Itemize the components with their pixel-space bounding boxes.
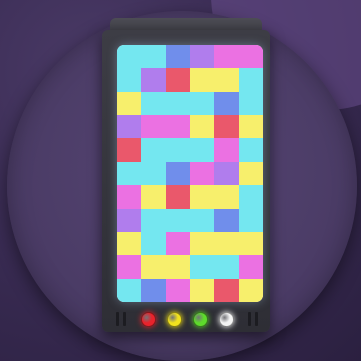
tile[interactable] (165, 161, 190, 186)
tile[interactable] (238, 208, 263, 232)
tile[interactable] (141, 115, 166, 139)
tile[interactable] (165, 115, 190, 139)
left-vent-icon (116, 312, 126, 326)
tile[interactable] (190, 138, 215, 162)
tile[interactable] (141, 68, 166, 92)
tile[interactable] (214, 185, 239, 209)
tile[interactable] (117, 278, 142, 302)
tile[interactable] (214, 45, 239, 69)
tile[interactable] (141, 231, 166, 256)
game-scene (0, 0, 361, 361)
tile[interactable] (238, 138, 263, 162)
tile[interactable] (238, 91, 263, 116)
tile[interactable] (190, 255, 215, 279)
tile[interactable] (141, 185, 166, 209)
white-light-icon[interactable] (219, 312, 234, 327)
tile[interactable] (165, 208, 190, 232)
tile[interactable] (214, 255, 239, 279)
tile[interactable] (117, 255, 142, 279)
tile[interactable] (190, 161, 215, 186)
tile[interactable] (190, 185, 215, 209)
tile[interactable] (214, 231, 239, 256)
tile[interactable] (141, 161, 166, 186)
tile[interactable] (238, 115, 263, 139)
tile[interactable] (117, 161, 142, 186)
tile[interactable] (238, 278, 263, 302)
game-screen[interactable] (117, 45, 263, 302)
tile[interactable] (238, 185, 263, 209)
tile[interactable] (141, 45, 166, 69)
tile[interactable] (117, 231, 142, 256)
tile[interactable] (165, 278, 190, 302)
tile[interactable] (141, 255, 166, 279)
tile[interactable] (165, 138, 190, 162)
tile[interactable] (165, 185, 190, 209)
tile[interactable] (117, 115, 142, 139)
tile[interactable] (238, 231, 263, 256)
tile[interactable] (141, 278, 166, 302)
tile[interactable] (165, 231, 190, 256)
tile[interactable] (190, 91, 215, 116)
tile[interactable] (214, 161, 239, 186)
tile[interactable] (117, 91, 142, 116)
game-device (102, 18, 270, 332)
tile[interactable] (165, 68, 190, 92)
tile[interactable] (190, 278, 215, 302)
tile[interactable] (165, 91, 190, 116)
tile[interactable] (214, 115, 239, 139)
control-panel (102, 307, 270, 332)
tile[interactable] (117, 68, 142, 92)
tile[interactable] (214, 278, 239, 302)
tile[interactable] (141, 91, 166, 116)
tile[interactable] (190, 231, 215, 256)
tile[interactable] (190, 115, 215, 139)
tile-grid[interactable] (117, 45, 263, 302)
tile[interactable] (214, 138, 239, 162)
tile[interactable] (190, 68, 215, 92)
tile[interactable] (117, 208, 142, 232)
tile[interactable] (214, 208, 239, 232)
tile[interactable] (117, 45, 142, 69)
red-light-icon[interactable] (141, 312, 156, 327)
tile[interactable] (238, 255, 263, 279)
right-vent-icon (248, 312, 258, 326)
tile[interactable] (214, 91, 239, 116)
tile[interactable] (238, 68, 263, 92)
tile[interactable] (238, 161, 263, 186)
tile[interactable] (141, 138, 166, 162)
tile[interactable] (190, 208, 215, 232)
tile[interactable] (190, 45, 215, 69)
yellow-light-icon[interactable] (167, 312, 182, 327)
tile[interactable] (214, 68, 239, 92)
tile[interactable] (165, 45, 190, 69)
tile[interactable] (117, 185, 142, 209)
tile[interactable] (165, 255, 190, 279)
green-light-icon[interactable] (193, 312, 208, 327)
tile[interactable] (117, 138, 142, 162)
tile[interactable] (141, 208, 166, 232)
tile[interactable] (238, 45, 263, 69)
